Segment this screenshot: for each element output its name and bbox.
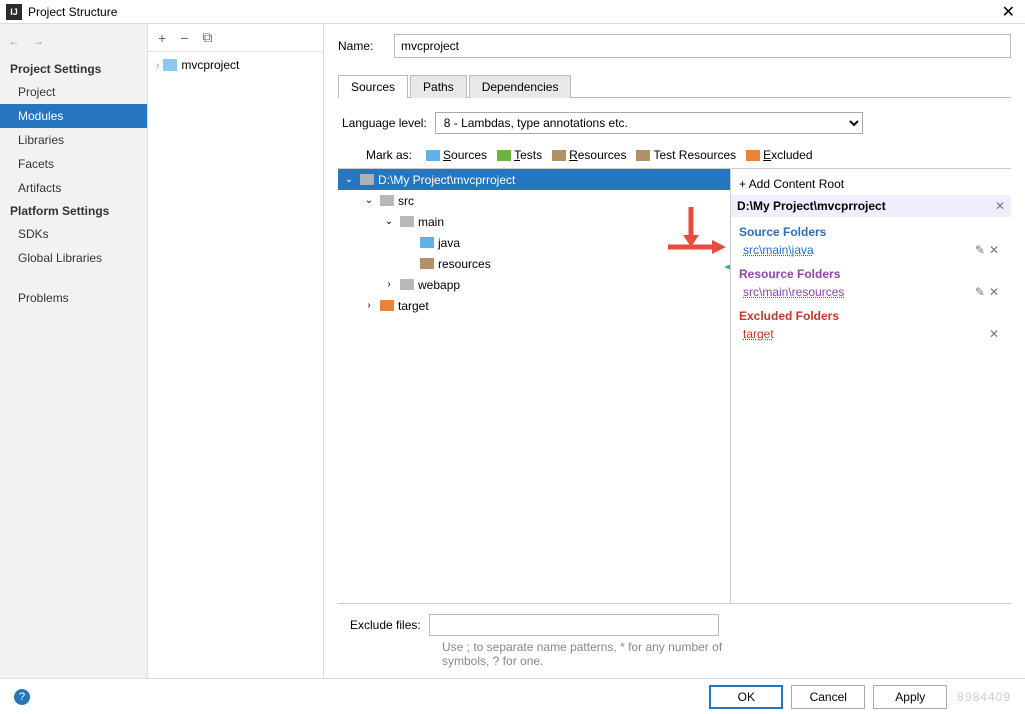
mark-excluded-button[interactable]: Excluded (746, 148, 812, 162)
exclude-files-label: Exclude files: (350, 618, 421, 632)
help-icon[interactable]: ? (14, 689, 30, 705)
app-icon: IJ (6, 4, 22, 20)
tab-dependencies[interactable]: Dependencies (469, 75, 572, 98)
excluded-folders-heading: Excluded Folders (739, 301, 1003, 325)
remove-root-icon[interactable]: ✕ (995, 199, 1005, 213)
ok-button[interactable]: OK (709, 685, 783, 709)
edit-icon[interactable]: ✎ (975, 243, 985, 257)
module-icon (163, 59, 177, 71)
tree-main[interactable]: ⌄main (338, 211, 730, 232)
source-folders-heading: Source Folders (739, 217, 1003, 241)
chevron-down-icon: ⌄ (362, 195, 376, 206)
sidebar-item-modules[interactable]: Modules (0, 104, 147, 128)
language-level-select[interactable]: 8 - Lambdas, type annotations etc. (435, 112, 863, 134)
add-module-icon[interactable]: + (158, 30, 166, 46)
section-project-settings: Project Settings (0, 58, 147, 80)
content-roots-panel: + Add Content Root D:\My Project\mvcprro… (731, 169, 1011, 603)
sidebar: ← → Project Settings Project Modules Lib… (0, 24, 148, 678)
chevron-right-icon: › (382, 279, 396, 290)
source-folder-icon (420, 237, 434, 248)
folder-icon (360, 174, 374, 185)
mark-sources-button[interactable]: Sources (426, 148, 487, 162)
resource-folder-icon (420, 258, 434, 269)
chevron-down-icon: ⌄ (342, 174, 356, 185)
copy-module-icon[interactable]: ⧉ (202, 29, 212, 46)
sidebar-item-sdks[interactable]: SDKs (0, 222, 147, 246)
exclude-files-input[interactable] (429, 614, 719, 636)
source-tree[interactable]: ⌄D:\My Project\mvcprroject ⌄src ⌄main ja… (338, 169, 731, 603)
chevron-down-icon: ⌄ (382, 216, 396, 227)
excluded-folder-icon (380, 300, 394, 311)
tree-src[interactable]: ⌄src (338, 190, 730, 211)
content-area: Name: Sources Paths Dependencies Languag… (324, 24, 1025, 678)
source-folder-item[interactable]: src\main\java ✎✕ (739, 241, 1003, 259)
nav-back-icon[interactable]: ← (8, 34, 20, 48)
window-title: Project Structure (28, 5, 998, 19)
folder-icon (380, 195, 394, 206)
mark-tests-button[interactable]: Tests (497, 148, 542, 162)
edit-icon[interactable]: ✎ (975, 285, 985, 299)
chevron-right-icon: › (362, 300, 376, 311)
tree-target[interactable]: ›target (338, 295, 730, 316)
apply-button[interactable]: Apply (873, 685, 947, 709)
delete-icon[interactable]: ✕ (989, 327, 999, 341)
mark-test-resources-button[interactable]: Test Resources (636, 148, 736, 162)
nav-forward-icon[interactable]: → (32, 34, 44, 48)
excluded-icon (746, 150, 760, 161)
language-level-label: Language level: (342, 116, 427, 130)
close-icon[interactable]: ✕ (998, 2, 1019, 22)
tab-sources[interactable]: Sources (338, 75, 408, 98)
delete-icon[interactable]: ✕ (989, 243, 999, 257)
sidebar-item-project[interactable]: Project (0, 80, 147, 104)
sidebar-item-problems[interactable]: Problems (0, 286, 147, 310)
tree-webapp[interactable]: ›webapp (338, 274, 730, 295)
module-name: mvcproject (181, 58, 239, 72)
chevron-right-icon: › (156, 60, 159, 71)
excluded-folder-item[interactable]: target ✕ (739, 325, 1003, 343)
tree-resources[interactable]: resources (338, 253, 730, 274)
name-label: Name: (338, 39, 384, 53)
delete-icon[interactable]: ✕ (989, 285, 999, 299)
resources-icon (552, 150, 566, 161)
sidebar-item-artifacts[interactable]: Artifacts (0, 176, 147, 200)
folder-icon (400, 216, 414, 227)
section-platform-settings: Platform Settings (0, 200, 147, 222)
mark-resources-button[interactable]: Resources (552, 148, 626, 162)
sidebar-item-libraries[interactable]: Libraries (0, 128, 147, 152)
exclude-hint: Use ; to separate name patterns, * for a… (338, 638, 758, 678)
watermark: 8984409 (957, 690, 1011, 704)
remove-module-icon[interactable]: − (180, 30, 188, 46)
module-panel: + − ⧉ › mvcproject (148, 24, 324, 678)
sidebar-item-global-libraries[interactable]: Global Libraries (0, 246, 147, 270)
tree-root[interactable]: ⌄D:\My Project\mvcprroject (338, 169, 730, 190)
tab-paths[interactable]: Paths (410, 75, 467, 98)
tests-icon (497, 150, 511, 161)
folder-icon (400, 279, 414, 290)
tree-java[interactable]: java (338, 232, 730, 253)
cancel-button[interactable]: Cancel (791, 685, 865, 709)
module-tree-item[interactable]: › mvcproject (148, 56, 323, 74)
sidebar-item-facets[interactable]: Facets (0, 152, 147, 176)
name-input[interactable] (394, 34, 1011, 58)
test-resources-icon (636, 150, 650, 161)
content-root-path[interactable]: D:\My Project\mvcprroject ✕ (731, 195, 1011, 217)
resource-folders-heading: Resource Folders (739, 259, 1003, 283)
resource-folder-item[interactable]: src\main\resources ✎✕ (739, 283, 1003, 301)
mark-as-label: Mark as: (366, 148, 412, 162)
sources-icon (426, 150, 440, 161)
add-content-root-button[interactable]: + Add Content Root (739, 173, 1003, 195)
